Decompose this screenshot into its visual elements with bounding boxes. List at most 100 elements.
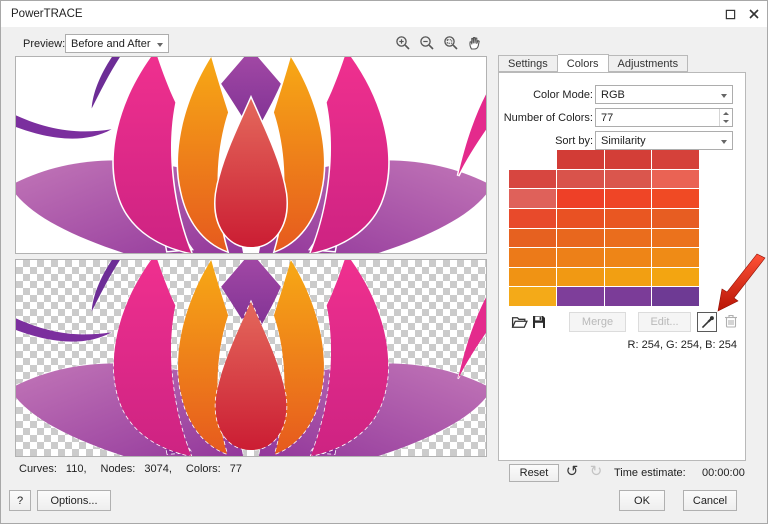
color-swatch[interactable] <box>605 229 652 248</box>
redo-icon[interactable]: ↻ <box>587 462 605 480</box>
color-swatch[interactable] <box>557 287 604 306</box>
color-swatch[interactable] <box>557 150 604 169</box>
delete-color-button[interactable] <box>723 313 740 330</box>
chevron-down-icon <box>721 140 727 144</box>
time-estimate-value: 00:00:00 <box>702 467 745 479</box>
preview-after-pane[interactable] <box>15 259 487 457</box>
color-swatch[interactable] <box>509 209 556 228</box>
floppy-disk-icon <box>531 314 547 330</box>
close-button[interactable] <box>745 6 763 22</box>
number-of-colors-label: Number of Colors: <box>504 112 593 124</box>
sort-by-select[interactable]: Similarity <box>595 131 733 150</box>
cancel-button[interactable]: Cancel <box>683 490 737 511</box>
save-palette-button[interactable] <box>531 314 548 331</box>
powertrace-dialog: PowerTRACE Preview: Before and After <box>0 0 768 524</box>
color-swatch[interactable] <box>652 248 699 267</box>
folder-icon <box>511 314 528 331</box>
zoom-to-fit-icon[interactable] <box>442 34 459 51</box>
chevron-down-icon <box>157 43 163 47</box>
pan-icon[interactable] <box>466 34 483 51</box>
options-button[interactable]: Options... <box>37 490 111 511</box>
help-button[interactable]: ? <box>9 490 31 511</box>
rgb-readout: R: 254, G: 254, B: 254 <box>628 339 737 351</box>
tab-colors[interactable]: Colors <box>558 54 609 72</box>
color-swatch[interactable] <box>652 229 699 248</box>
color-swatch[interactable] <box>557 248 604 267</box>
colors-label: Colors: <box>186 463 221 475</box>
color-swatch[interactable] <box>557 268 604 287</box>
color-swatch[interactable] <box>605 248 652 267</box>
spinner-up-icon[interactable] <box>720 109 732 118</box>
reset-button[interactable]: Reset <box>509 464 559 482</box>
tab-settings[interactable]: Settings <box>498 55 558 72</box>
zoom-out-icon[interactable] <box>418 34 435 51</box>
time-estimate-label: Time estimate: <box>614 467 686 479</box>
ok-button[interactable]: OK <box>619 490 665 511</box>
maximize-icon <box>725 9 736 20</box>
before-image <box>16 57 486 253</box>
quantity-stepper <box>719 109 732 126</box>
color-mode-value: RGB <box>601 89 625 101</box>
window-title: PowerTRACE <box>11 8 83 20</box>
color-swatch[interactable] <box>509 287 556 306</box>
trash-icon <box>723 313 739 329</box>
tab-bar: Settings Colors Adjustments <box>498 55 688 72</box>
curves-value: 110, <box>66 463 87 475</box>
curves-label: Curves: <box>19 463 57 475</box>
colors-value: 77 <box>230 463 242 475</box>
after-image <box>16 260 486 456</box>
chevron-down-icon <box>721 94 727 98</box>
number-of-colors-input[interactable]: 77 <box>595 108 733 127</box>
colors-tab-panel: Color Mode: RGB Number of Colors: 77 Sor… <box>498 72 746 461</box>
color-swatch[interactable] <box>557 229 604 248</box>
nodes-value: 3074, <box>144 463 172 475</box>
spinner-down-icon[interactable] <box>720 118 732 127</box>
zoom-in-icon[interactable] <box>394 34 411 51</box>
color-palette <box>509 150 699 306</box>
color-swatch[interactable] <box>605 268 652 287</box>
color-swatch[interactable] <box>557 170 604 189</box>
color-swatch[interactable] <box>557 189 604 208</box>
color-swatch[interactable] <box>652 189 699 208</box>
close-icon <box>748 8 760 20</box>
open-palette-button[interactable] <box>511 314 528 331</box>
annotation-arrow <box>713 253 767 315</box>
merge-button[interactable]: Merge <box>569 312 626 332</box>
color-swatch[interactable] <box>652 170 699 189</box>
number-of-colors-value: 77 <box>601 112 613 124</box>
color-swatch[interactable] <box>605 189 652 208</box>
nodes-label: Nodes: <box>101 463 136 475</box>
color-swatch[interactable] <box>605 170 652 189</box>
color-swatch[interactable] <box>509 189 556 208</box>
undo-icon[interactable]: ↺ <box>563 462 581 480</box>
zoom-toolbar <box>394 34 483 51</box>
palette-actions: Merge Edit... <box>499 312 745 334</box>
color-swatch[interactable] <box>605 209 652 228</box>
title-bar: PowerTRACE <box>1 1 767 27</box>
color-swatch[interactable] <box>652 209 699 228</box>
tab-adjustments[interactable]: Adjustments <box>609 55 689 72</box>
color-swatch[interactable] <box>509 229 556 248</box>
trace-statistics: Curves: 110, Nodes: 3074, Colors: 77 <box>19 463 242 475</box>
eyedropper-button[interactable] <box>697 312 717 332</box>
edit-button[interactable]: Edit... <box>638 312 691 332</box>
maximize-button[interactable] <box>721 6 739 22</box>
color-mode-select[interactable]: RGB <box>595 85 733 104</box>
preview-select-value: Before and After <box>71 38 151 50</box>
sort-by-value: Similarity <box>601 135 646 147</box>
preview-label: Preview: <box>23 38 65 50</box>
preview-before-pane[interactable] <box>15 56 487 254</box>
color-swatch[interactable] <box>509 248 556 267</box>
sort-by-label: Sort by: <box>555 135 593 147</box>
color-swatch[interactable] <box>605 150 652 169</box>
color-swatch[interactable] <box>652 268 699 287</box>
color-swatch[interactable] <box>652 150 699 169</box>
color-swatch[interactable] <box>605 287 652 306</box>
color-swatch[interactable] <box>509 268 556 287</box>
color-swatch[interactable] <box>557 209 604 228</box>
color-swatch[interactable] <box>509 170 556 189</box>
color-swatch[interactable] <box>509 150 556 169</box>
preview-select[interactable]: Before and After <box>65 34 169 53</box>
color-swatch[interactable] <box>652 287 699 306</box>
eyedropper-icon <box>700 315 715 330</box>
